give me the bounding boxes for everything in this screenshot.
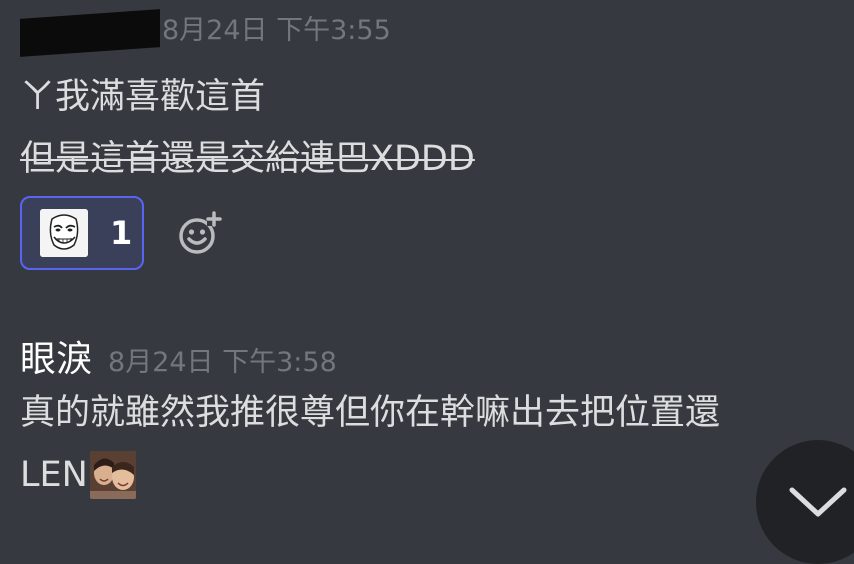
chevron-down-icon (789, 487, 847, 517)
message-header: 8月24日 下午3:55 (20, 9, 854, 66)
message-line-strikethrough: 但是這首還是交給連巴XDDD (20, 139, 475, 179)
add-reaction-icon[interactable] (176, 209, 224, 257)
message-2: 眼淚 8月24日 下午3:58 真的就雖然我推很尊但你在幹嘛出去把位置還 LEN (20, 330, 854, 506)
reactions-bar: 1 (20, 196, 854, 270)
message-1: 8月24日 下午3:55 ㄚ我滿喜歡這首 但是這首還是交給連巴XDDD 1 (20, 9, 854, 270)
reaction-count: 1 (110, 214, 133, 252)
message-header: 眼淚 8月24日 下午3:58 (20, 330, 854, 382)
message-line: LEN (20, 444, 854, 506)
message-text: LEN (20, 455, 88, 495)
custom-photo-emoji-icon (89, 451, 136, 499)
message-timestamp: 8月24日 下午3:55 (162, 15, 391, 46)
message-line: ㄚ我滿喜歡這首 (20, 77, 266, 117)
troll-face-emoji-icon (40, 209, 88, 257)
reaction-button[interactable]: 1 (20, 196, 144, 270)
message-timestamp: 8月24日 下午3:58 (108, 347, 337, 378)
redacted-username (20, 9, 160, 57)
message-line: 真的就雖然我推很尊但你在幹嘛出去把位置還 (20, 393, 721, 433)
username[interactable]: 眼淚 (20, 330, 92, 382)
